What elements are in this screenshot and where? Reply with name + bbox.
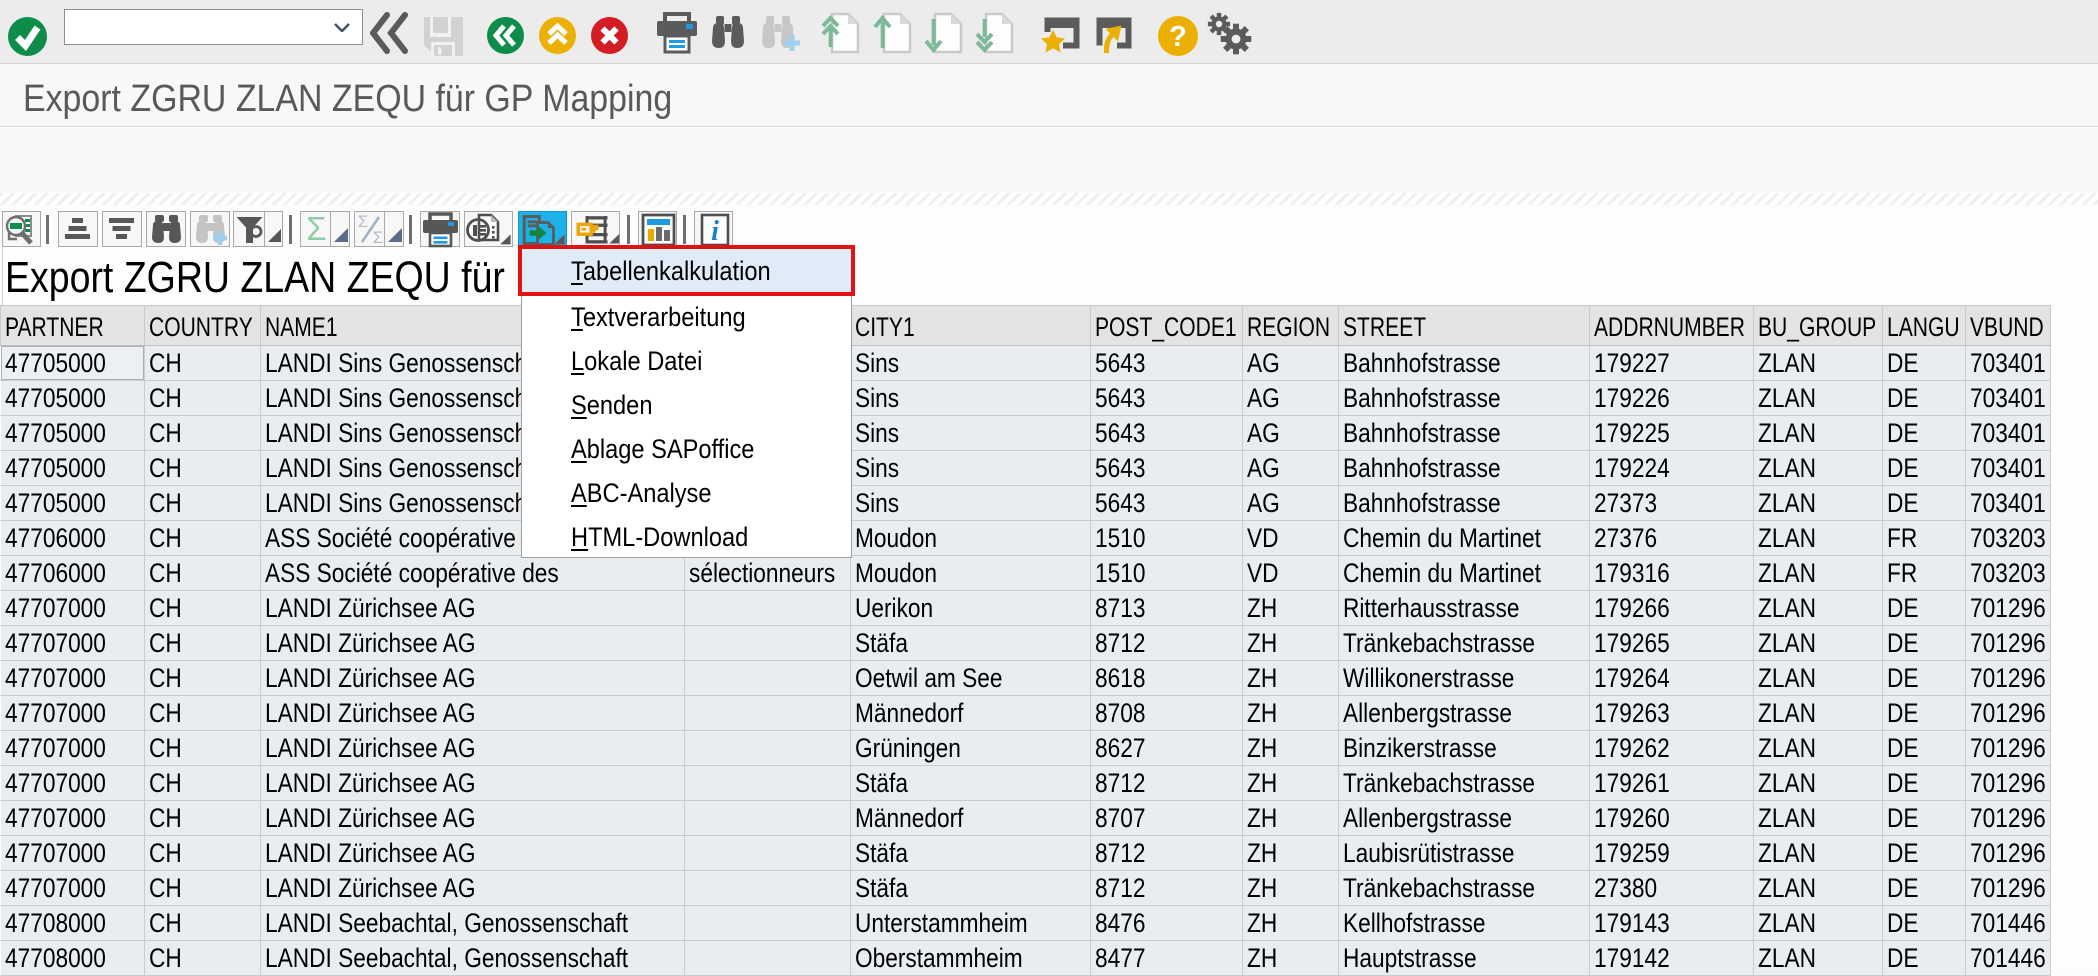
svg-text:?: ? [1169,21,1187,53]
svg-text:i: i [711,216,719,247]
svg-text:Σ: Σ [306,212,326,247]
svg-text:Σ: Σ [358,212,369,231]
svg-text:Σ: Σ [373,228,384,247]
